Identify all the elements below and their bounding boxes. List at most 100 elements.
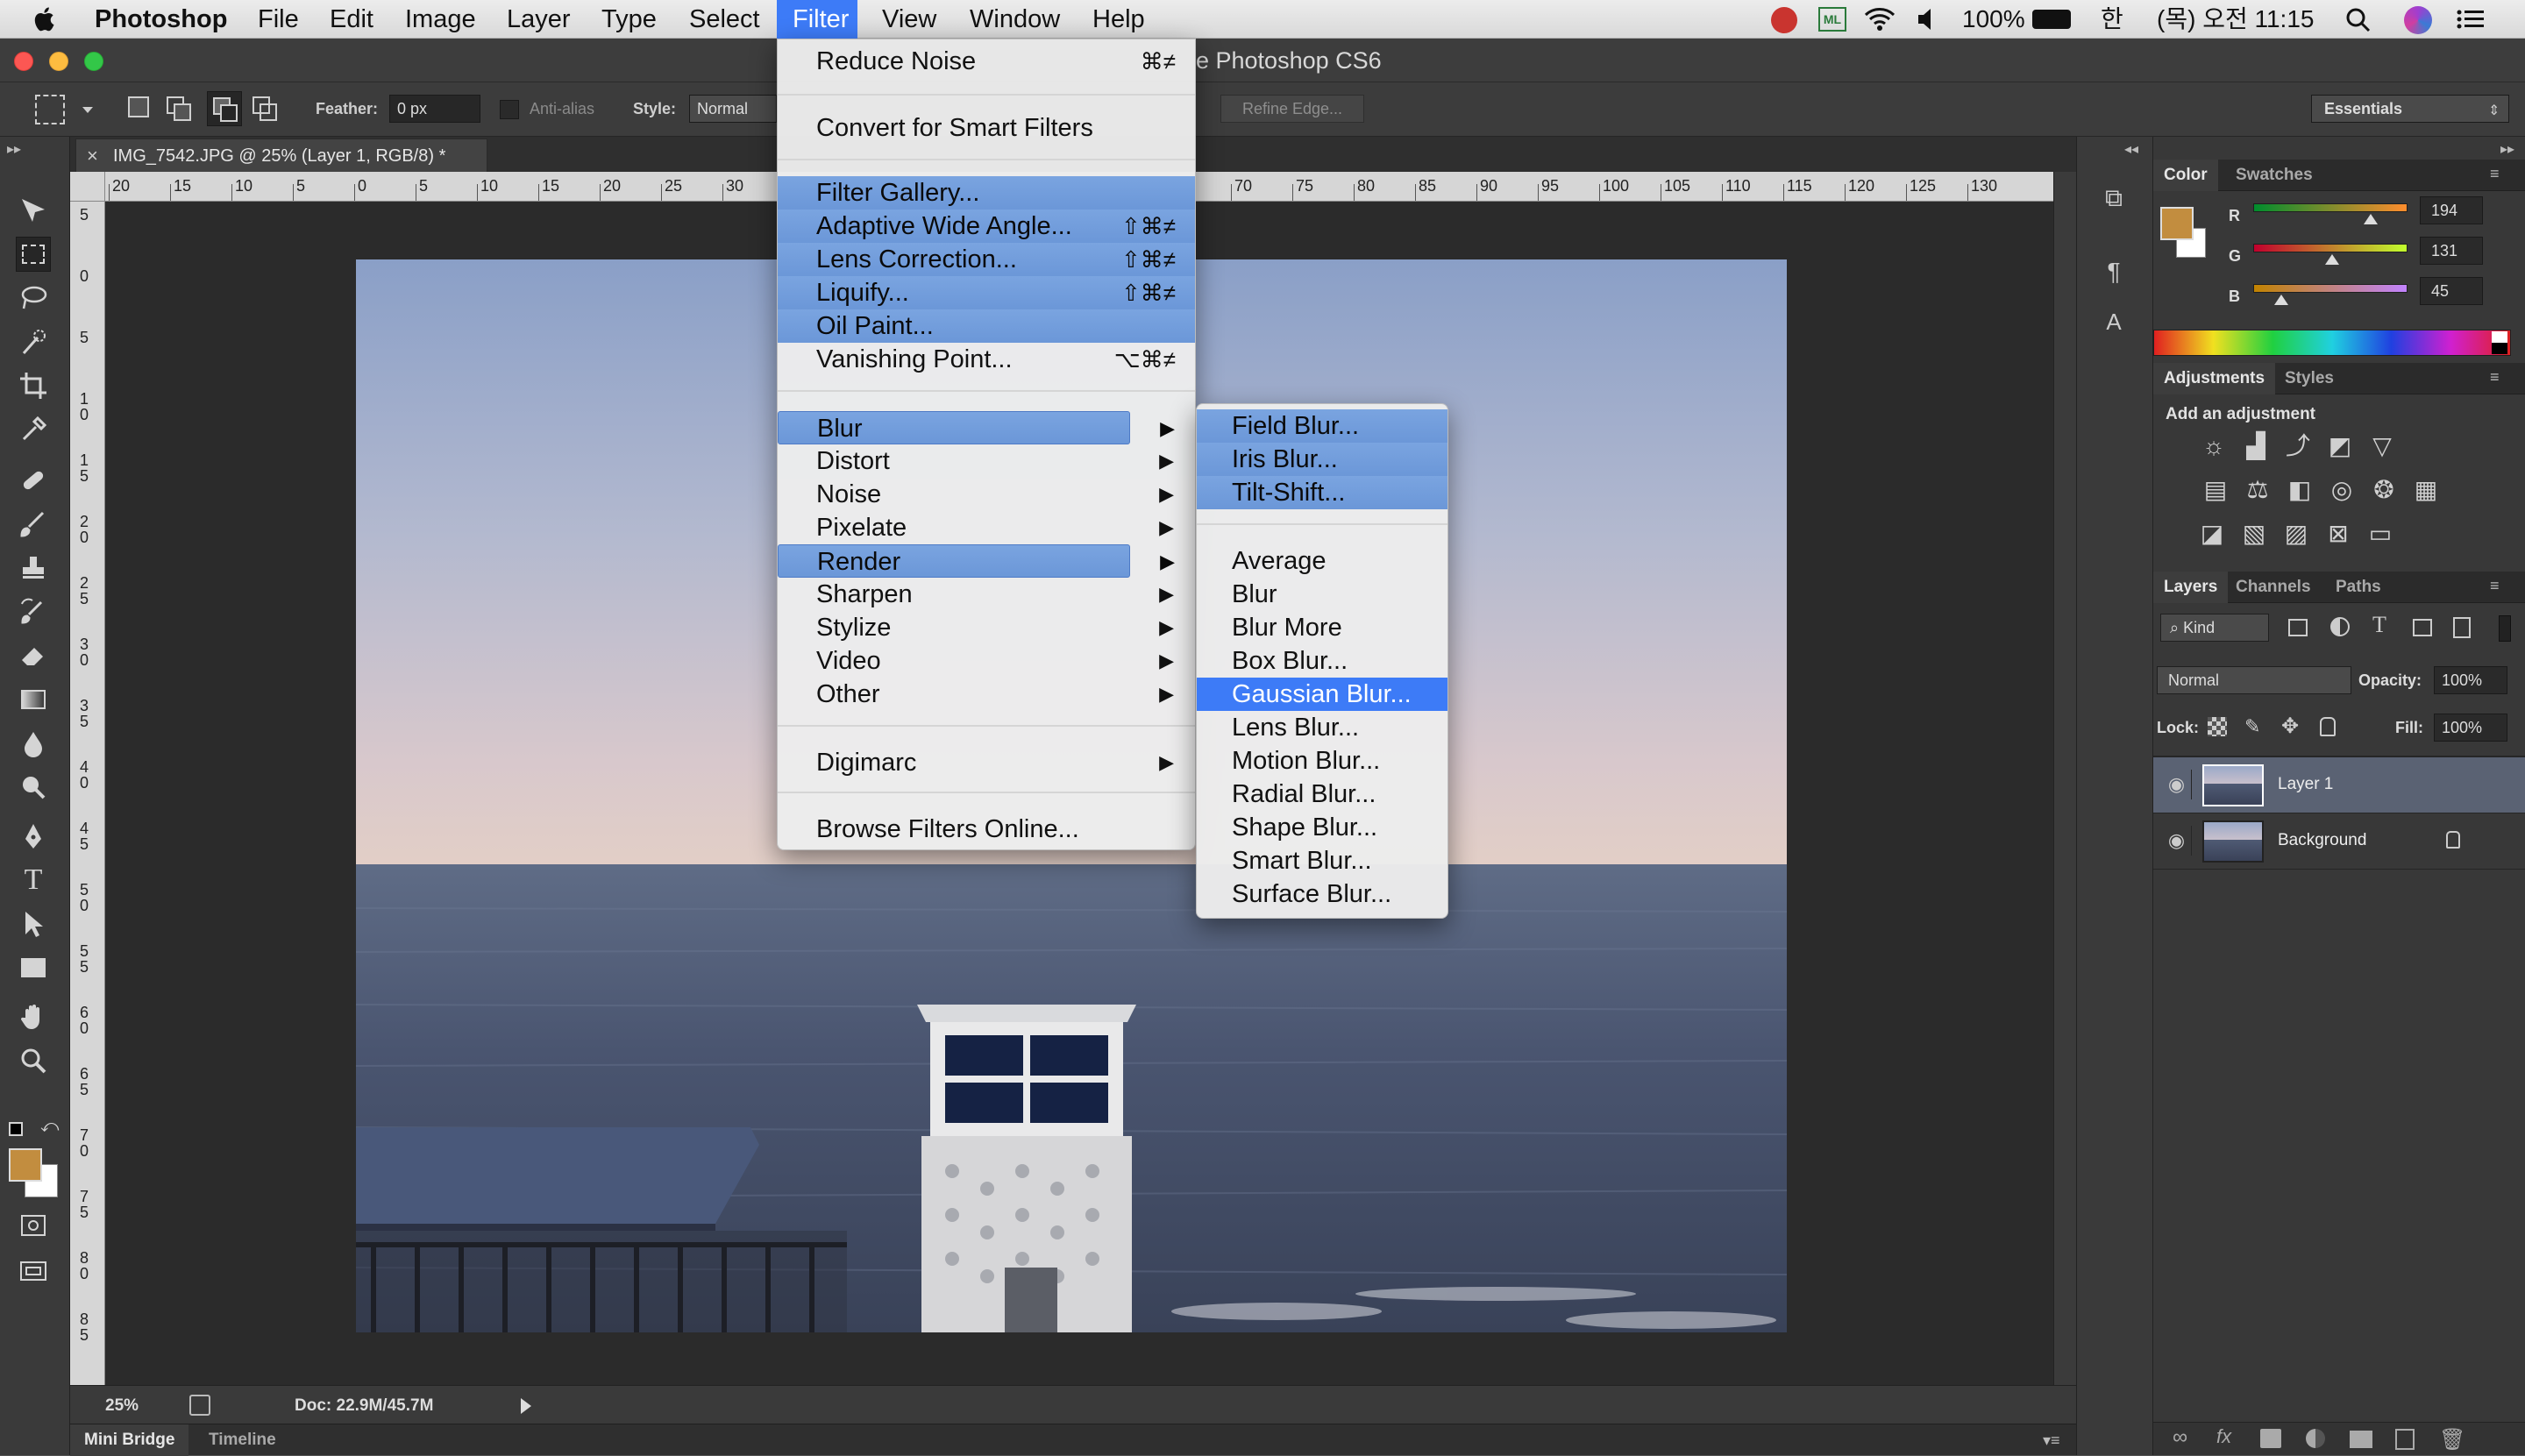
filter-menu-item-blur[interactable]: Blur ▶ — [778, 411, 1175, 444]
tab-adjustments[interactable]: Adjustments — [2153, 363, 2276, 394]
fill-input[interactable]: 100% — [2434, 714, 2507, 742]
channel-g-input[interactable]: 131 — [2420, 237, 2483, 265]
layer-kind-filter[interactable]: ⌕ Kind — [2160, 614, 2269, 642]
collapse-panels-icon[interactable]: ◂◂ — [2124, 140, 2138, 158]
status-menu-arrow-icon[interactable] — [521, 1398, 531, 1414]
vibrance-adjustment-icon[interactable]: ▽ — [2367, 431, 2397, 461]
eyedropper-tool-icon[interactable] — [16, 412, 51, 447]
tab-swatches[interactable]: Swatches — [2225, 160, 2323, 191]
menu-type[interactable]: Type — [601, 0, 657, 39]
creative-cloud-icon[interactable] — [1771, 7, 1797, 33]
feather-input[interactable]: 0 px — [389, 95, 480, 123]
lock-image-pixels-icon[interactable]: ✎ — [2244, 715, 2260, 738]
crop-tool-icon[interactable] — [16, 368, 51, 403]
blur-menu-item-lens-blur[interactable]: Lens Blur... — [1197, 711, 1447, 744]
filter-menu-item-stylize[interactable]: Stylize ▶ — [778, 611, 1195, 644]
layer-visibility-eye-icon[interactable]: ◉ — [2162, 770, 2192, 799]
blur-menu-item-gaussian-blur[interactable]: Gaussian Blur... — [1197, 678, 1447, 711]
channel-r-input[interactable]: 194 — [2420, 196, 2483, 224]
filter-menu-item-lens-correction[interactable]: Lens Correction... ⇧⌘≠ — [778, 243, 1195, 276]
blur-menu-item-motion-blur[interactable]: Motion Blur... — [1197, 744, 1447, 778]
layer-name[interactable]: Background — [2278, 831, 2366, 850]
menu-edit[interactable]: Edit — [330, 0, 373, 39]
expand-panels-icon[interactable]: ▸▸ — [2500, 140, 2514, 158]
filter-menu-item-digimarc[interactable]: Digimarc ▶ — [778, 746, 1195, 779]
rectangle-tool-icon[interactable] — [16, 950, 51, 985]
filter-menu-item-other[interactable]: Other ▶ — [778, 678, 1195, 711]
blur-menu-item-smart-blur[interactable]: Smart Blur... — [1197, 844, 1447, 877]
filter-menu-item-distort[interactable]: Distort ▶ — [778, 444, 1195, 478]
spectrum-white-black-swatch[interactable] — [2492, 331, 2507, 354]
blur-menu-item-shape-blur[interactable]: Shape Blur... — [1197, 811, 1447, 844]
type-tool-icon[interactable]: T — [16, 863, 51, 898]
lock-all-icon[interactable] — [2320, 717, 2336, 736]
menu-photoshop[interactable]: Photoshop — [95, 0, 227, 39]
filter-type-layer-icon[interactable]: T — [2372, 612, 2386, 638]
anti-alias-checkbox[interactable] — [500, 100, 519, 119]
brightness-contrast-adjustment-icon[interactable]: ☼ — [2199, 431, 2229, 461]
blur-menu-item-radial-blur[interactable]: Radial Blur... — [1197, 778, 1447, 811]
color-panel-fg-swatch[interactable] — [2160, 207, 2194, 240]
slider-thumb[interactable] — [2273, 295, 2288, 305]
blend-mode-select[interactable]: Normal — [2157, 666, 2351, 694]
workspace-select[interactable]: Essentials — [2311, 95, 2509, 123]
blur-menu-item-box-blur[interactable]: Box Blur... — [1197, 644, 1447, 678]
menu-window[interactable]: Window — [970, 0, 1060, 39]
filter-menu-item-vanishing-point[interactable]: Vanishing Point... ⌥⌘≠ — [778, 343, 1195, 376]
filter-menu-item-reduce-noise[interactable]: Reduce Noise ⌘≠ — [778, 45, 1195, 78]
path-selection-tool-icon[interactable] — [16, 906, 51, 941]
filter-pixel-layer-icon[interactable] — [2288, 619, 2308, 636]
new-adjustment-layer-icon[interactable] — [2306, 1429, 2325, 1448]
new-selection-icon[interactable] — [128, 96, 149, 117]
layer-name[interactable]: Layer 1 — [2278, 775, 2333, 794]
filter-menu-item-render[interactable]: Render ▶ — [778, 544, 1175, 578]
panel-menu-icon[interactable]: ▾≡ — [2043, 1431, 2060, 1450]
adjustments-panel-menu-icon[interactable]: ≡ — [2490, 368, 2500, 387]
filter-menu-item-liquify[interactable]: Liquify... ⇧⌘≠ — [778, 276, 1195, 309]
screen-mode-icon[interactable] — [16, 1254, 51, 1289]
filter-toggle-switch[interactable] — [2499, 615, 2511, 642]
filter-menu-item-filter-gallery[interactable]: Filter Gallery... — [778, 176, 1195, 210]
add-mask-icon[interactable] — [2260, 1429, 2281, 1448]
layer-thumbnail[interactable] — [2202, 764, 2264, 806]
refine-edge-button[interactable]: Refine Edge... — [1220, 95, 1364, 123]
tab-timeline[interactable]: Timeline — [198, 1424, 287, 1456]
history-brush-tool-icon[interactable] — [16, 594, 51, 629]
minimize-window-button[interactable] — [49, 52, 68, 71]
style-select[interactable]: Normal — [689, 95, 777, 123]
layer-row[interactable]: ◉ Layer 1 — [2153, 757, 2525, 813]
tab-mini-bridge[interactable]: Mini Bridge — [70, 1424, 189, 1456]
menu-view[interactable]: View — [882, 0, 936, 39]
new-layer-icon[interactable] — [2395, 1429, 2415, 1450]
menu-help[interactable]: Help — [1092, 0, 1145, 39]
history-panel-icon[interactable]: ⧉ — [2096, 184, 2131, 219]
layer-visibility-eye-icon[interactable]: ◉ — [2162, 826, 2192, 856]
blur-menu-item-blur[interactable]: Blur — [1197, 578, 1447, 611]
color-panel-menu-icon[interactable]: ≡ — [2490, 165, 2500, 183]
filter-menu-item-convert-for-smart-filters[interactable]: Convert for Smart Filters — [778, 111, 1195, 145]
filter-menu-item-oil-paint[interactable]: Oil Paint... — [778, 309, 1195, 343]
levels-adjustment-icon[interactable]: ▟ — [2241, 431, 2271, 461]
menu-filter[interactable]: Filter — [777, 0, 857, 39]
quick-selection-tool-icon[interactable] — [16, 324, 51, 359]
blur-menu-item-tilt-shift[interactable]: Tilt-Shift... — [1197, 476, 1447, 509]
zoom-window-button[interactable] — [84, 52, 103, 71]
delete-layer-icon[interactable]: 🗑︎ — [2439, 1427, 2465, 1452]
notification-center-icon[interactable] — [2455, 0, 2486, 39]
default-colors-icon[interactable] — [9, 1122, 23, 1136]
hue-saturation-adjustment-icon[interactable]: ▤ — [2201, 475, 2230, 505]
close-window-button[interactable] — [14, 52, 33, 71]
filter-shape-layer-icon[interactable] — [2413, 619, 2432, 636]
pen-tool-icon[interactable] — [16, 819, 51, 854]
photo-filter-adjustment-icon[interactable]: ◎ — [2327, 475, 2357, 505]
tab-channels[interactable]: Channels — [2225, 572, 2322, 603]
hand-tool-icon[interactable] — [16, 999, 51, 1034]
rectangular-marquee-tool-icon[interactable] — [16, 237, 51, 272]
link-layers-icon[interactable]: ∞ — [2173, 1425, 2187, 1450]
siri-icon[interactable] — [2404, 6, 2432, 34]
character-panel-icon[interactable]: ¶ — [2096, 258, 2131, 293]
menu-layer[interactable]: Layer — [507, 0, 571, 39]
blur-menu-item-average[interactable]: Average — [1197, 544, 1447, 578]
layer-style-icon[interactable]: fx — [2216, 1425, 2231, 1448]
filter-menu-item-noise[interactable]: Noise ▶ — [778, 478, 1195, 511]
